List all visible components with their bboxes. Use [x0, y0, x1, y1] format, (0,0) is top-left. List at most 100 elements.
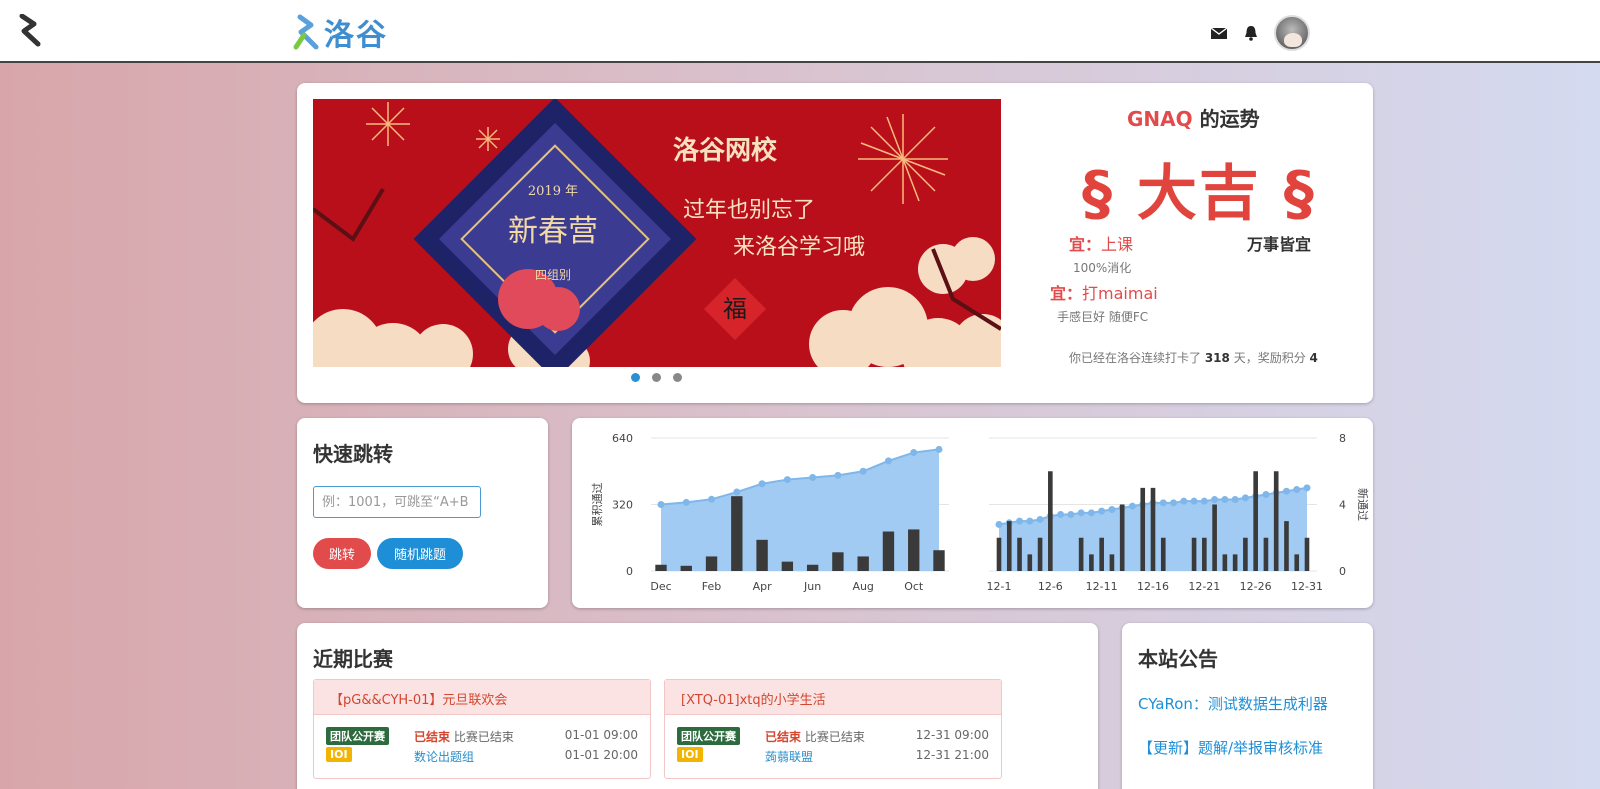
area-point	[733, 488, 741, 496]
y-tick-label: 640	[612, 432, 633, 445]
bar	[1273, 471, 1279, 571]
bar	[882, 531, 895, 571]
bell-icon[interactable]	[1242, 24, 1260, 42]
announcement-link[interactable]: CYaRon：测试数据生成利器	[1138, 693, 1328, 714]
fortune-result: § 大吉 §	[1082, 159, 1316, 229]
bar	[933, 550, 945, 571]
area-point	[1262, 491, 1270, 499]
announcement-link[interactable]: 【更新】题解/举报审核标准	[1138, 737, 1323, 758]
fortune-all-ok: 万事皆宜	[1247, 235, 1312, 254]
area-point	[1016, 517, 1024, 525]
area-point	[995, 520, 1003, 528]
side-logo-icon[interactable]	[16, 14, 44, 48]
area-point	[1231, 496, 1239, 504]
fortune-user[interactable]: GNAQ	[1127, 107, 1193, 131]
area-point	[1180, 497, 1188, 505]
banner-image: 2019 年 新春营 四组别 洛谷网校 过年也别忘了 来洛谷学习哦 福	[313, 99, 1001, 367]
area-point	[758, 480, 766, 488]
problem-jump-input[interactable]	[313, 486, 481, 518]
bar	[1212, 504, 1217, 571]
banner-line1: 过年也别忘了	[683, 198, 815, 223]
bar	[1078, 537, 1084, 571]
y-tick-label: 8	[1339, 432, 1346, 445]
carousel-dot-2[interactable]	[652, 373, 661, 382]
checkin-points: 4	[1309, 351, 1318, 365]
contest-name[interactable]: [XTQ-01]xtq的小学生活	[665, 680, 1001, 715]
bar	[1232, 554, 1238, 571]
area-point	[682, 498, 690, 506]
banner-line2: 来洛谷学习哦	[733, 235, 865, 260]
stats-chart-card: 640 320 0 累积通过 Dec Feb Apr Jun Aug Oct 8 4 0 新通过 12-1 1…	[572, 418, 1373, 608]
area-point	[1057, 510, 1065, 518]
fortune-title: GNAQ 的运势	[1127, 103, 1260, 132]
y-tick-label: 0	[1339, 565, 1346, 578]
area-point	[1067, 510, 1075, 518]
bar	[756, 539, 768, 571]
y-axis-label: 新通过	[1356, 488, 1370, 521]
area-point	[1098, 507, 1106, 515]
area-point	[834, 471, 842, 479]
checkin-status: 你已经在洛谷连续打卡了 318 天，奖励积分 4	[1069, 349, 1318, 366]
contest-tag-ioi: IOI	[326, 747, 352, 762]
bar	[1202, 537, 1207, 571]
banner-fu: 福	[723, 295, 747, 323]
brand-text: 洛谷	[324, 18, 388, 53]
avatar[interactable]	[1274, 15, 1310, 51]
bar	[1253, 471, 1258, 571]
bar	[1284, 521, 1289, 571]
x-tick-label: Aug	[852, 580, 873, 593]
quick-jump-title: 快速跳转	[313, 442, 393, 466]
y-tick-label: 320	[612, 499, 633, 512]
contest-organizer[interactable]: 数论出题组	[414, 748, 474, 765]
x-tick-label: 12-11	[1086, 580, 1118, 593]
contest-status-text: 比赛已结束	[450, 730, 514, 744]
carousel-dot-1[interactable]	[631, 373, 640, 382]
banner-card: 2019 年 新春营 四组别 洛谷网校 过年也别忘了 来洛谷学习哦 福 GNAQ…	[297, 83, 1373, 403]
mail-icon[interactable]	[1210, 24, 1228, 42]
bar	[781, 561, 794, 571]
area-point	[1200, 497, 1208, 505]
contest-status-text: 比赛已结束	[801, 730, 865, 744]
bar	[655, 564, 667, 571]
luogu-logo-icon	[293, 14, 319, 50]
fortune-title-suffix: 的运势	[1192, 107, 1260, 131]
contest-tag-ioi: IOI	[677, 747, 703, 762]
x-tick-label: 12-26	[1240, 580, 1272, 593]
area-point	[1211, 496, 1219, 504]
bar	[1222, 554, 1228, 571]
area-point	[1303, 484, 1311, 492]
bar	[1048, 471, 1053, 571]
area-point	[910, 449, 918, 457]
x-tick-label: 12-21	[1188, 580, 1220, 593]
random-problem-button[interactable]: 随机跳题	[377, 538, 463, 569]
area-point	[1221, 496, 1229, 504]
banner-carousel[interactable]: 2019 年 新春营 四组别 洛谷网校 过年也别忘了 来洛谷学习哦 福	[313, 99, 1001, 367]
contest-item[interactable]: 【pG&&CYH-01】元旦联欢会 团队公开赛 IOI 已结束 比赛已结束 数论…	[313, 679, 651, 779]
contest-organizer[interactable]: 蒟蒻联盟	[765, 748, 813, 765]
banner-school: 洛谷网校	[673, 135, 778, 166]
area-point	[708, 495, 716, 503]
bar	[1099, 537, 1104, 571]
jump-button[interactable]: 跳转	[313, 538, 371, 569]
contest-item[interactable]: [XTQ-01]xtq的小学生活 团队公开赛 IOI 已结束 比赛已结束 蒟蒻联…	[664, 679, 1002, 779]
carousel-dots	[631, 373, 682, 382]
x-tick-label: Feb	[702, 580, 721, 593]
area-point	[657, 501, 665, 508]
site-brand[interactable]: 洛谷	[292, 10, 388, 54]
checkin-mid: 天，奖励积分	[1229, 351, 1310, 365]
area-point	[1170, 499, 1178, 507]
bar	[996, 537, 1002, 571]
carousel-dot-3[interactable]	[673, 373, 682, 382]
bar	[1017, 537, 1022, 571]
area-point	[1159, 499, 1167, 507]
banner-group: 四组别	[535, 268, 571, 282]
area-point	[859, 467, 867, 475]
bar	[1037, 537, 1043, 571]
contest-status: 已结束 比赛已结束	[414, 728, 514, 745]
top-navbar: 洛谷	[0, 0, 1600, 63]
area-point	[1293, 486, 1301, 494]
x-tick-label: 12-1	[987, 580, 1012, 593]
banner-camp: 新春营	[508, 214, 598, 249]
contest-status: 已结束 比赛已结束	[765, 728, 865, 745]
contest-name[interactable]: 【pG&&CYH-01】元旦联欢会	[314, 680, 650, 715]
